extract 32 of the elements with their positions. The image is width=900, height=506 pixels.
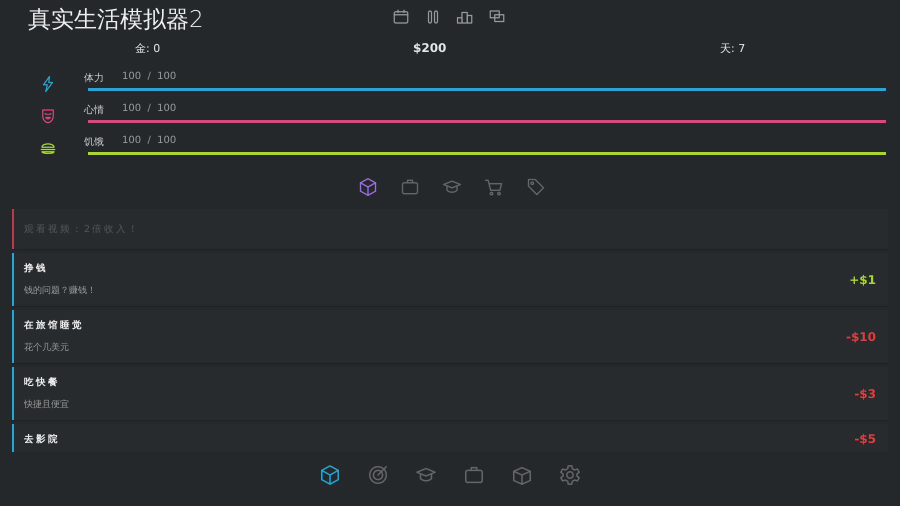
coin-count: 金: 0 [135, 40, 160, 56]
action-title: 去影院 [24, 432, 60, 446]
meter-label: 体力 [84, 72, 104, 85]
cube-icon[interactable] [358, 177, 378, 197]
action-description: 钱的问题？赚钱！ [24, 284, 96, 297]
action-price: -$5 [854, 432, 876, 446]
meter-value: 100 / 100 [122, 103, 176, 116]
action-description: 快捷且便宜 [24, 398, 69, 411]
meter-label: 心情 [84, 104, 104, 117]
box-icon[interactable] [511, 464, 533, 486]
action-title: 挣钱 [24, 262, 49, 275]
cube-icon[interactable] [319, 464, 341, 486]
meter-value: 100 / 100 [122, 71, 176, 84]
meter-label: 饥饿 [84, 136, 104, 149]
briefcase-icon[interactable] [400, 177, 420, 197]
briefcase-icon[interactable] [463, 464, 485, 486]
mask-icon [39, 107, 57, 125]
action-price: +$1 [849, 272, 876, 286]
money-amount: $200 [413, 41, 446, 55]
action-price: -$10 [846, 330, 876, 344]
action-price: -$3 [854, 386, 876, 400]
day-count: 天: 7 [720, 40, 746, 56]
tag-icon[interactable] [526, 177, 546, 197]
action-title: 在旅馆睡觉 [24, 319, 84, 332]
action-description: 花个几美元 [24, 342, 70, 354]
gear-icon[interactable] [559, 464, 581, 486]
cart-icon[interactable] [484, 177, 504, 197]
game-title: 真实生活模拟器2 [28, 6, 204, 34]
calendar-icon[interactable] [392, 8, 410, 26]
target-icon[interactable] [367, 464, 389, 486]
meter-value: 100 / 100 [122, 135, 176, 148]
action-title: 吃快餐 [24, 376, 61, 389]
